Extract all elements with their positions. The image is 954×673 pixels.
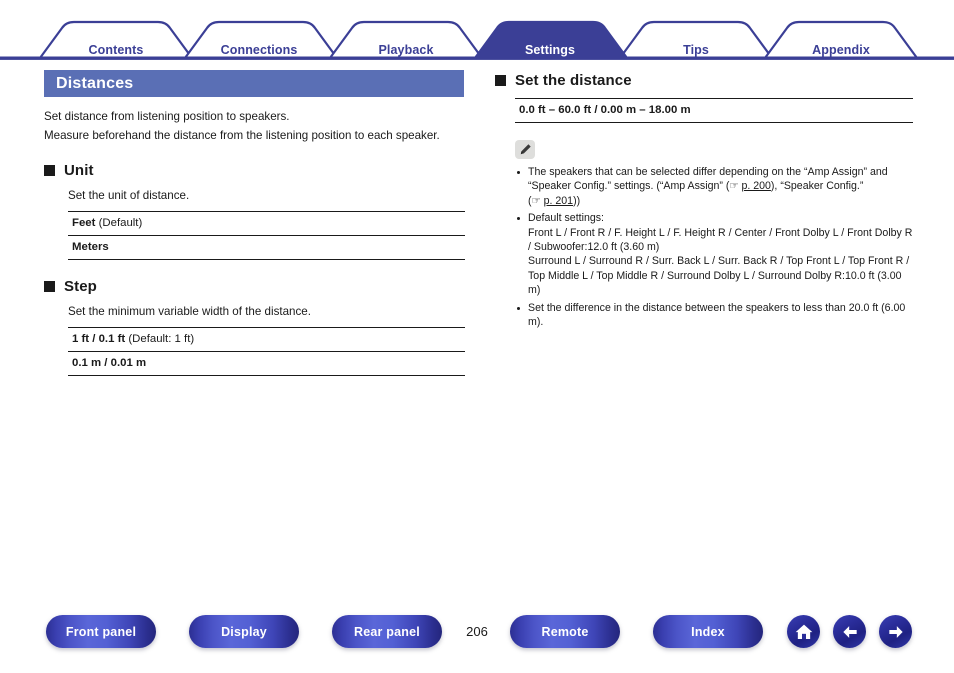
- table-row[interactable]: Feet (Default): [68, 212, 465, 236]
- default-settings-line-2: Surround L / Surround R / Surr. Back L /…: [528, 255, 910, 297]
- tab-bar: Contents Connections Playback Settings T…: [0, 18, 954, 60]
- left-column: Distances Set distance from listening po…: [44, 70, 465, 376]
- tab-appendix[interactable]: Appendix: [791, 43, 891, 57]
- option-label: Meters: [72, 241, 109, 253]
- tab-connections[interactable]: Connections: [207, 43, 311, 57]
- page-title: Distances: [56, 74, 134, 92]
- back-button[interactable]: [833, 615, 866, 648]
- square-bullet-icon: [44, 165, 55, 176]
- section-title-set-the-distance: Set the distance: [515, 72, 632, 89]
- unit-option-table: Feet (Default) Meters: [68, 211, 465, 260]
- default-settings-title: Default settings:: [528, 212, 604, 225]
- pencil-icon: [515, 140, 535, 159]
- square-bullet-icon: [495, 75, 506, 86]
- pointing-hand-icon: ☞: [729, 180, 739, 193]
- remote-label: Remote: [541, 624, 589, 639]
- right-column: Set the distance 0.0 ft – 60.0 ft / 0.00…: [495, 72, 913, 332]
- default-settings-line-1: Front L / Front R / F. Height L / F. Hei…: [528, 226, 913, 254]
- unit-description: Set the unit of distance.: [68, 189, 190, 202]
- table-row[interactable]: 1 ft / 0.1 ft (Default: 1 ft): [68, 328, 465, 352]
- section-heading-step: Step: [44, 278, 464, 295]
- page-title-banner: Distances: [44, 70, 464, 97]
- footer-navigation: Front panel Display Rear panel 206 Remot…: [0, 615, 954, 660]
- square-bullet-icon: [44, 281, 55, 292]
- home-icon: [795, 624, 812, 639]
- display-button[interactable]: Display: [189, 615, 299, 648]
- option-label: 0.1 m / 0.01 m: [72, 357, 147, 369]
- tab-tips[interactable]: Tips: [646, 43, 746, 57]
- rear-panel-label: Rear panel: [354, 624, 420, 639]
- intro-line-2: Measure beforehand the distance from the…: [44, 129, 440, 142]
- note-difference-text: Set the difference in the distance betwe…: [528, 301, 906, 329]
- page-number: 206: [466, 624, 488, 639]
- step-option-table: 1 ft / 0.1 ft (Default: 1 ft) 0.1 m / 0.…: [68, 327, 465, 376]
- note-list: The speakers that can be selected differ…: [515, 165, 913, 329]
- note-text-c: )): [573, 194, 581, 207]
- section-heading-set-the-distance: Set the distance: [495, 72, 910, 89]
- tab-settings[interactable]: Settings: [500, 43, 600, 57]
- option-note: (Default: 1 ft): [125, 333, 195, 345]
- option-label: 1 ft / 0.1 ft: [72, 333, 126, 345]
- tab-baseline: [0, 56, 954, 60]
- option-label: Feet: [72, 217, 96, 229]
- section-title-step: Step: [64, 278, 97, 295]
- remote-button[interactable]: Remote: [510, 615, 620, 648]
- forward-button[interactable]: [879, 615, 912, 648]
- pointing-hand-icon: ☞: [531, 194, 541, 207]
- home-button[interactable]: [787, 615, 820, 648]
- table-row[interactable]: Meters: [68, 236, 465, 260]
- front-panel-button[interactable]: Front panel: [46, 615, 156, 648]
- pencil-glyph: [520, 144, 531, 155]
- note-block: The speakers that can be selected differ…: [515, 140, 913, 329]
- list-item: The speakers that can be selected differ…: [515, 165, 913, 208]
- list-item: Default settings: Front L / Front R / F.…: [515, 211, 913, 297]
- section-heading-unit: Unit: [44, 162, 464, 179]
- table-row[interactable]: 0.1 m / 0.01 m: [68, 352, 465, 376]
- arrow-right-icon: [888, 625, 903, 638]
- intro-line-1: Set distance from listening position to …: [44, 110, 290, 123]
- index-button[interactable]: Index: [653, 615, 763, 648]
- section-title-unit: Unit: [64, 162, 94, 179]
- arrow-left-icon: [842, 625, 857, 638]
- tab-playback[interactable]: Playback: [356, 43, 456, 57]
- distance-range-table: 0.0 ft – 60.0 ft / 0.00 m – 18.00 m: [515, 98, 913, 123]
- list-item: Set the difference in the distance betwe…: [515, 301, 913, 330]
- page-link-201[interactable]: p. 201: [544, 195, 573, 207]
- rear-panel-button[interactable]: Rear panel: [332, 615, 442, 648]
- index-label: Index: [691, 624, 725, 639]
- table-row[interactable]: 0.0 ft – 60.0 ft / 0.00 m – 18.00 m: [515, 99, 913, 123]
- step-description: Set the minimum variable width of the di…: [68, 305, 311, 318]
- display-label: Display: [221, 624, 267, 639]
- tab-contents[interactable]: Contents: [66, 43, 166, 57]
- option-note: (Default): [95, 217, 143, 229]
- front-panel-label: Front panel: [65, 624, 137, 639]
- intro-text: Set distance from listening position to …: [44, 108, 444, 144]
- page-link-200[interactable]: p. 200: [741, 180, 770, 192]
